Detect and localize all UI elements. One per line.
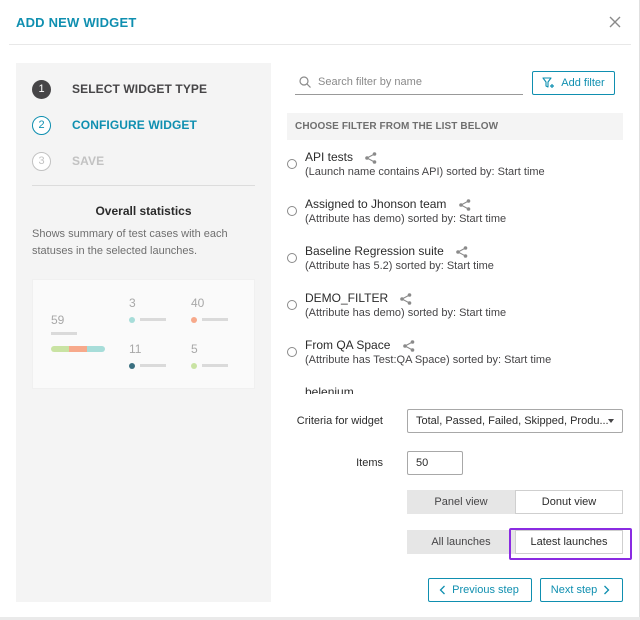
- chevron-down-icon: [608, 419, 614, 423]
- panel-view-toggle[interactable]: Panel view: [407, 490, 515, 514]
- selection-highlight: [509, 528, 632, 560]
- filter-name: DEMO_FILTER: [305, 291, 389, 305]
- filter-name-row: API tests: [305, 150, 378, 165]
- close-icon: [609, 16, 621, 28]
- share-icon: [400, 293, 412, 305]
- filter-name: belenium: [305, 385, 354, 394]
- criteria-label: Criteria for widget: [296, 415, 383, 427]
- filter-description: (Attribute has demo) sorted by: Start ti…: [305, 213, 507, 225]
- filter-radio[interactable]: [287, 300, 297, 310]
- filter-item-baseline-regression-suite[interactable]: Baseline Regression suite (Attribute has…: [287, 234, 623, 278]
- filter-name-row: From QA Space: [305, 338, 416, 353]
- filter-name: Assigned to Jhonson team: [305, 197, 447, 211]
- bar-segment-failed: [69, 346, 87, 352]
- filter-radio[interactable]: [287, 206, 297, 216]
- filter-item-belenium[interactable]: belenium: [287, 375, 623, 394]
- step-select-widget-type[interactable]: 1 SELECT WIDGET TYPE: [32, 79, 207, 99]
- skipped-dot-icon: [129, 363, 135, 369]
- step-label: SAVE: [72, 154, 105, 168]
- step-label: SELECT WIDGET TYPE: [72, 82, 208, 96]
- add-filter-button[interactable]: Add filter: [532, 71, 615, 95]
- add-filter-label: Add filter: [561, 77, 605, 89]
- modal-title: ADD NEW WIDGET: [16, 15, 137, 30]
- step-configure-widget[interactable]: 2 CONFIGURE WIDGET: [32, 115, 197, 135]
- criteria-dropdown[interactable]: Total, Passed, Failed, Skipped, Produ...: [407, 409, 623, 433]
- step-number: 2: [32, 115, 51, 135]
- all-launches-toggle[interactable]: All launches: [407, 530, 515, 554]
- step-number: 1: [32, 79, 51, 99]
- next-step-label: Next step: [550, 584, 598, 596]
- widget-type-description: Shows summary of test cases with each st…: [32, 228, 228, 257]
- preview-dash: [140, 364, 166, 367]
- add-filter-icon: [542, 77, 555, 88]
- share-icon: [365, 152, 377, 164]
- step-label: CONFIGURE WIDGET: [72, 118, 197, 132]
- filter-item-api-tests[interactable]: API tests (Launch name contains API) sor…: [287, 140, 623, 184]
- filter-description: (Launch name contains API) sorted by: St…: [305, 166, 545, 178]
- share-icon: [458, 199, 471, 211]
- widget-preview: 59 3 40 11 5: [32, 279, 255, 389]
- preview-dash: [51, 332, 77, 335]
- filter-name: Baseline Regression suite: [305, 244, 444, 258]
- close-button[interactable]: [604, 11, 626, 33]
- filter-radio[interactable]: [287, 347, 297, 357]
- bar-segment-passed: [87, 346, 105, 352]
- filter-name-row: belenium: [305, 385, 354, 394]
- sidebar-divider: [32, 185, 255, 186]
- preview-product-bug: 5: [191, 342, 198, 356]
- preview-dash: [202, 318, 228, 321]
- filter-item-demo-filter[interactable]: DEMO_FILTER (Attribute has demo) sorted …: [287, 281, 623, 325]
- filter-description: (Attribute has 5.2) sorted by: Start tim…: [305, 260, 494, 272]
- preview-status-bar: [51, 346, 105, 352]
- filter-name-row: Assigned to Jhonson team: [305, 197, 472, 212]
- donut-view-toggle[interactable]: Donut view: [515, 490, 623, 514]
- next-step-button[interactable]: Next step: [540, 578, 623, 602]
- header-divider: [9, 44, 631, 45]
- product-bug-dot-icon: [191, 363, 197, 369]
- preview-dash: [202, 364, 228, 367]
- filter-name: API tests: [305, 150, 354, 164]
- add-widget-modal: ADD NEW WIDGET 1 SELECT WIDGET TYPE 2 CO…: [0, 0, 640, 620]
- failed-dot-icon: [191, 317, 197, 323]
- items-input[interactable]: [407, 451, 463, 475]
- step-save: 3 SAVE: [32, 151, 104, 171]
- preview-failed: 40: [191, 296, 205, 310]
- bar-segment-product-bug: [51, 346, 69, 352]
- filter-search: [295, 70, 523, 95]
- filter-radio[interactable]: [287, 253, 297, 263]
- search-icon: [299, 76, 311, 88]
- filter-name-row: Baseline Regression suite: [305, 244, 469, 259]
- filter-item-from-qa-space[interactable]: From QA Space (Attribute has Test:QA Spa…: [287, 328, 623, 372]
- widget-type-name: Overall statistics: [95, 204, 192, 218]
- criteria-value: Total, Passed, Failed, Skipped, Produ...: [416, 415, 609, 427]
- filter-radio[interactable]: [287, 159, 297, 169]
- filter-name: From QA Space: [305, 338, 391, 352]
- chevron-left-icon: [439, 585, 446, 595]
- preview-total: 59: [51, 313, 65, 327]
- filter-description: (Attribute has demo) sorted by: Start ti…: [305, 307, 507, 319]
- preview-skipped: 11: [129, 342, 142, 356]
- step-number: 3: [32, 151, 51, 171]
- previous-step-label: Previous step: [452, 584, 519, 596]
- filter-description: (Attribute has Test:QA Space) sorted by:…: [305, 354, 552, 366]
- preview-dash: [140, 318, 166, 321]
- share-icon: [402, 340, 415, 352]
- wizard-sidebar: 1 SELECT WIDGET TYPE 2 CONFIGURE WIDGET …: [16, 63, 271, 602]
- chevron-right-icon: [604, 585, 610, 595]
- search-input[interactable]: [318, 76, 518, 88]
- filter-list[interactable]: API tests (Launch name contains API) sor…: [287, 140, 623, 394]
- filter-name-row: DEMO_FILTER: [305, 291, 413, 306]
- passed-dot-icon: [129, 317, 135, 323]
- filter-item-assigned-to-jhonson-team[interactable]: Assigned to Jhonson team (Attribute has …: [287, 187, 623, 231]
- items-label: Items: [356, 457, 383, 469]
- preview-passed: 3: [129, 296, 136, 310]
- share-icon: [456, 246, 468, 258]
- previous-step-button[interactable]: Previous step: [428, 578, 532, 602]
- filter-list-header: CHOOSE FILTER FROM THE LIST BELOW: [287, 113, 623, 140]
